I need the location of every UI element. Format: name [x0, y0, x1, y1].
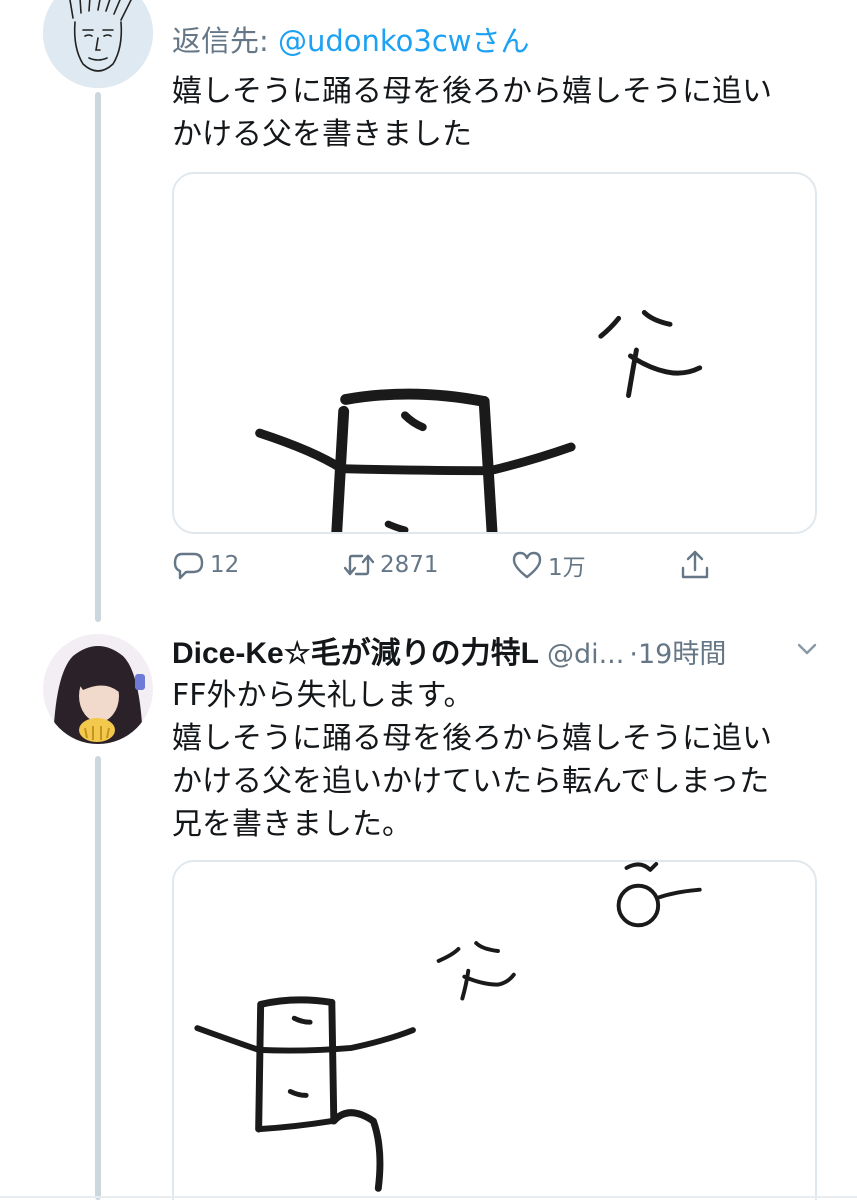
tweet-text-line: FF外から失礼します。	[172, 678, 474, 713]
tweet-text-line: 嬉しそうに踊る母を後ろから嬉しそうに追い	[172, 74, 772, 109]
avatar-photo	[43, 634, 153, 744]
speech-bubble-icon	[173, 552, 204, 580]
drawing-mother-father-brother: 父	[194, 862, 702, 1192]
tweet-media-image[interactable]: 父	[172, 172, 817, 534]
share-icon	[681, 550, 709, 579]
chevron-down-icon[interactable]	[792, 634, 822, 664]
avatar-sketch-face	[43, 0, 153, 88]
thread-line-lower	[95, 756, 101, 1200]
retweet-icon	[343, 554, 375, 576]
tweet-media-image[interactable]: 父	[172, 860, 817, 1200]
tweet-text-line: かける父を書きました	[172, 117, 472, 152]
heart-icon	[512, 551, 542, 579]
reply-count: 12	[210, 552, 240, 578]
reply-to-label: 返信先:	[172, 24, 278, 58]
tweet-text: FF外から失礼します。 嬉しそうに踊る母を後ろから嬉しそうに追い かける父を追い…	[172, 674, 772, 846]
avatar[interactable]	[43, 634, 153, 744]
tweet-header: Dice-Ke☆毛が減りの力特L @di... ·19時間	[172, 628, 822, 672]
avatar[interactable]	[43, 0, 153, 88]
tweet-actions: 12 2871 1万	[172, 548, 732, 596]
like-button[interactable]: 1万	[510, 548, 586, 582]
drawing-mother-father: 父	[255, 309, 703, 532]
tweet-text-line: 嬉しそうに踊る母を後ろから嬉しそうに追い	[172, 721, 772, 756]
tweet-text-line: 兄を書きました。	[172, 807, 412, 842]
reply-button[interactable]: 12	[172, 548, 239, 582]
screen-name[interactable]: @di...	[547, 639, 624, 670]
retweet-button[interactable]: 2871	[342, 548, 439, 582]
truncated-header	[172, 0, 732, 8]
reply-to-line: 返信先: @udonko3cwさん	[172, 18, 530, 60]
share-button[interactable]	[678, 548, 716, 582]
tweet-text: 嬉しそうに踊る母を後ろから嬉しそうに追い かける父を書きました	[172, 70, 772, 156]
tweet-text-line: かける父を追いかけていたら転んでしまった	[172, 764, 770, 799]
thread-line-upper	[95, 92, 101, 622]
like-count: 1万	[548, 555, 586, 581]
divider	[0, 1196, 857, 1198]
tweet-time[interactable]: ·19時間	[629, 639, 726, 670]
display-name[interactable]: Dice-Ke☆毛が減りの力特L	[172, 637, 539, 670]
reply-to-handle-link[interactable]: @udonko3cwさん	[278, 24, 530, 58]
retweet-count: 2871	[380, 552, 439, 578]
